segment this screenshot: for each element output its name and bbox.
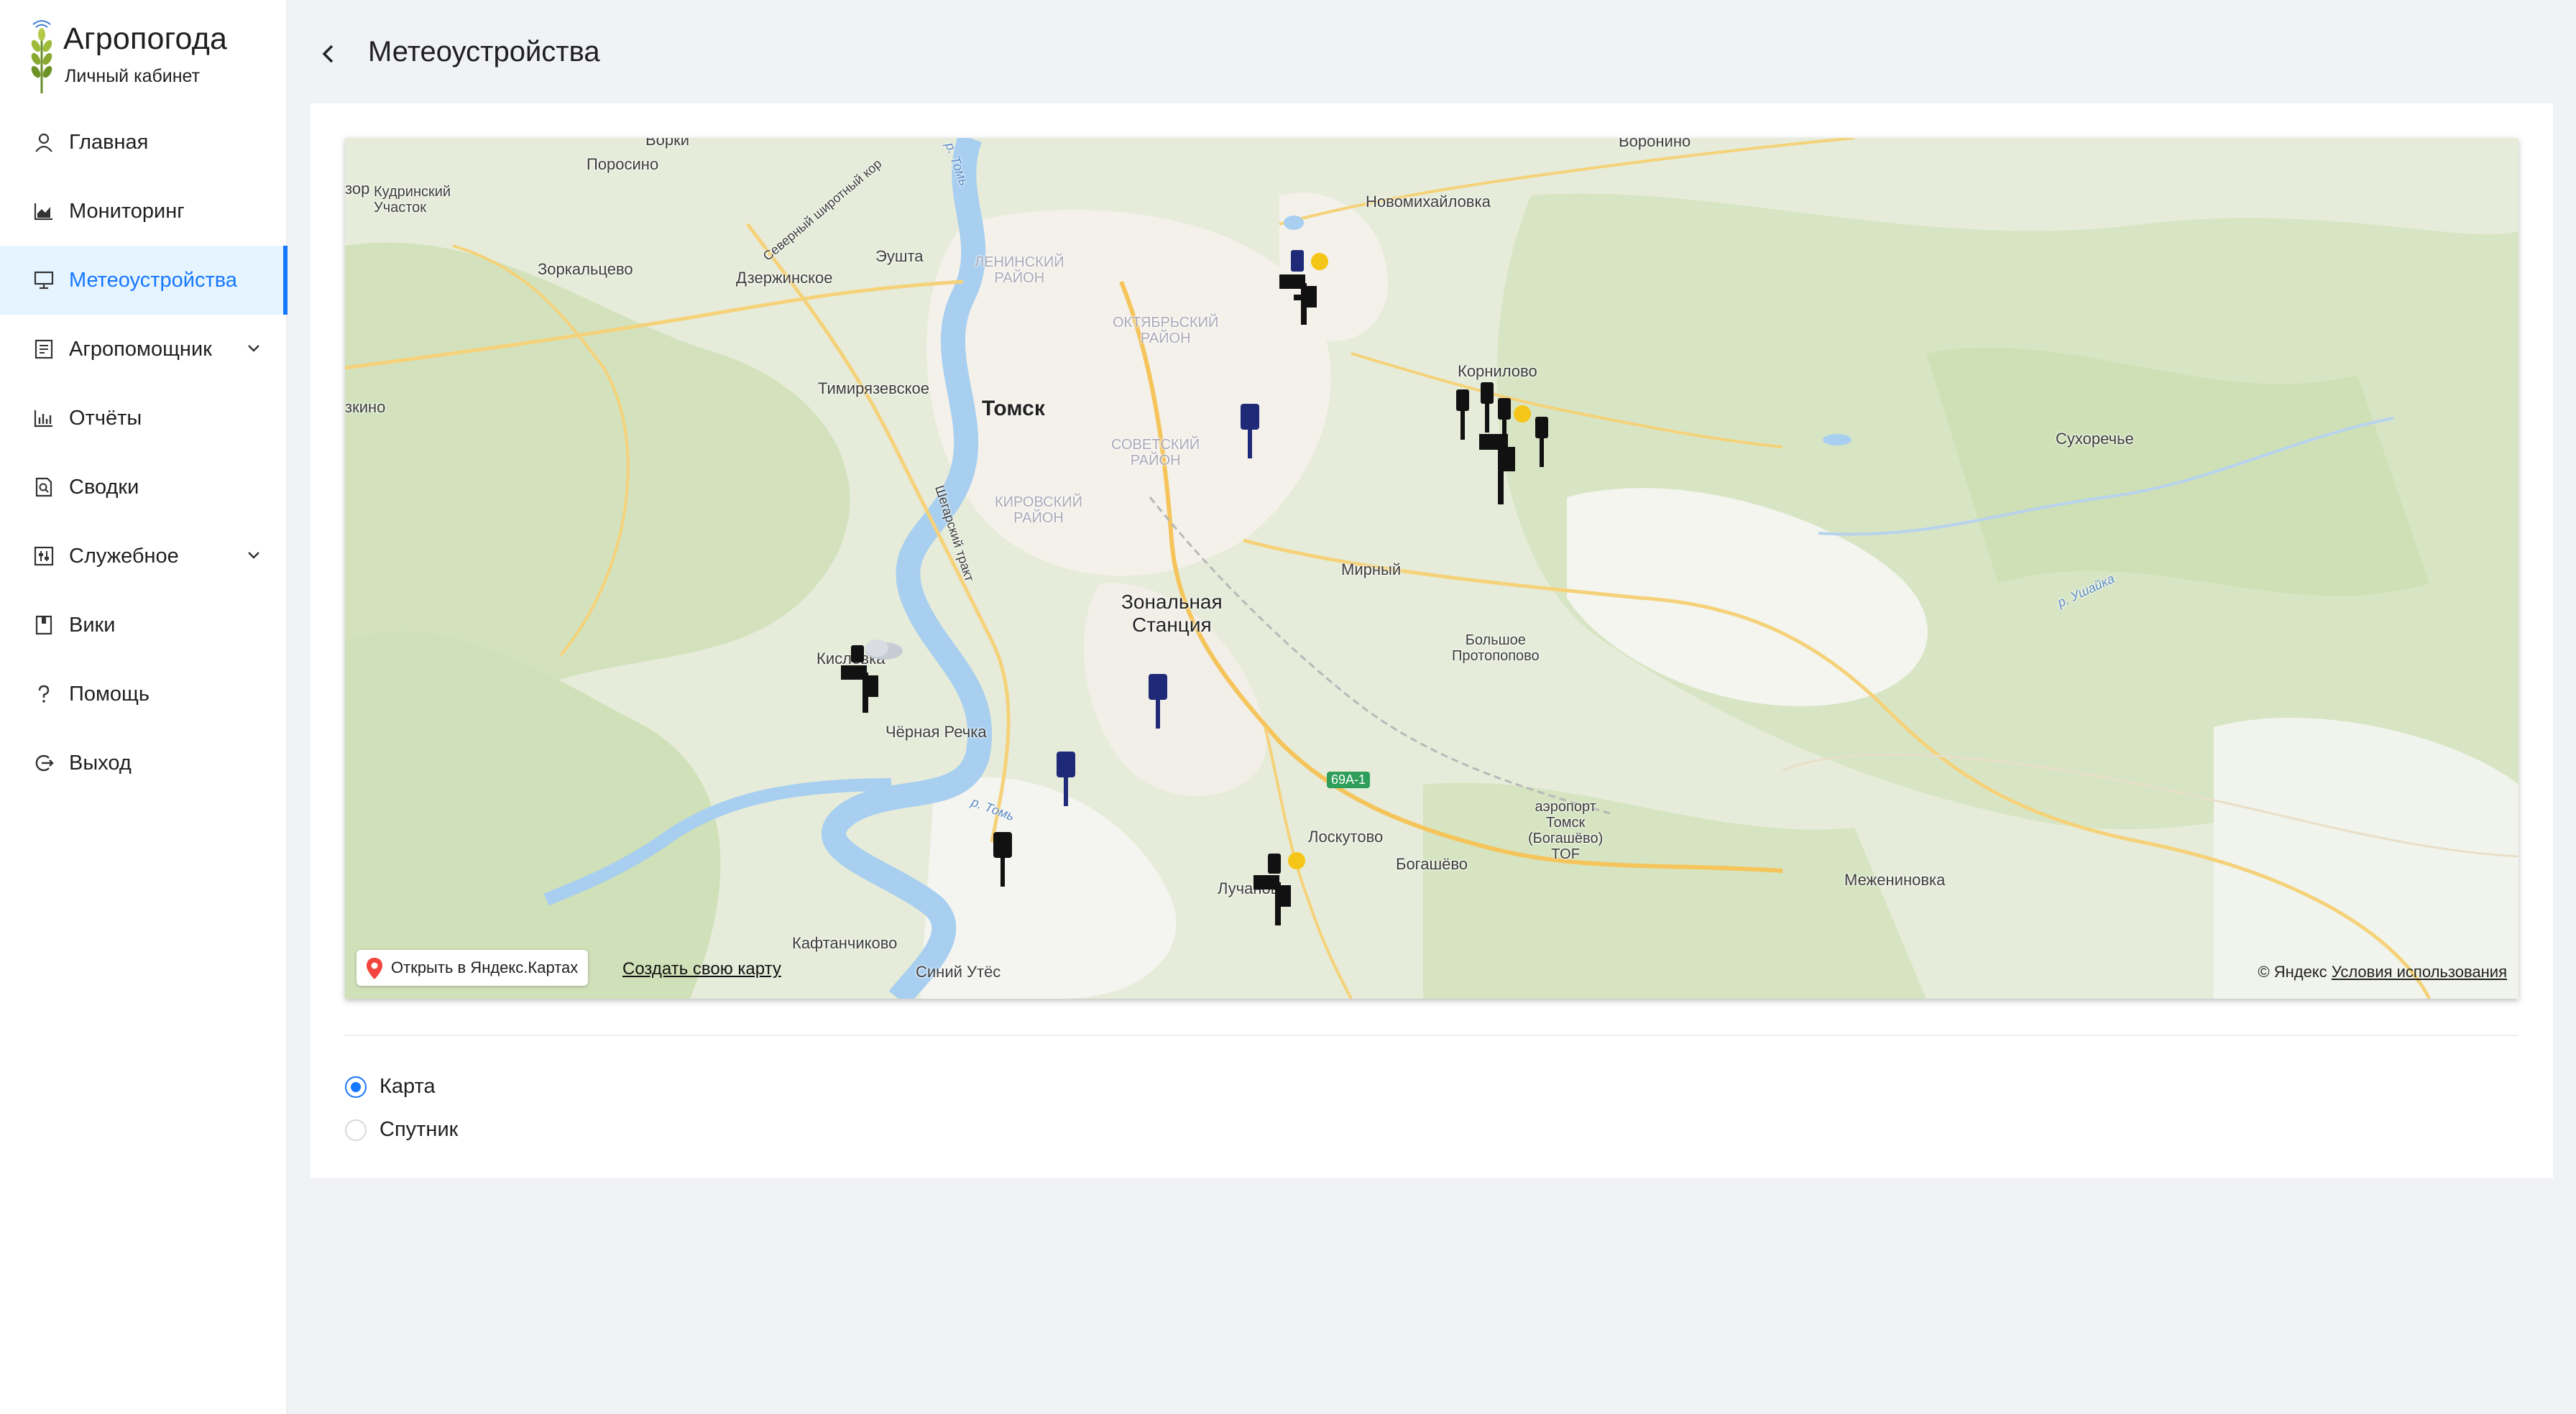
district-label: СОВЕТСКИЙ РАЙОН [1111,437,1200,468]
page-title: Метеоустройства [368,36,600,68]
file-search-icon [35,477,52,497]
sidebar-item-home[interactable]: Главная [0,108,288,177]
place-label: Зональная Станция [1121,591,1223,636]
radio-label: Спутник [380,1118,459,1141]
copyright-text: © Яндекс [2258,963,2327,981]
chevron-down-icon [248,345,259,352]
sidebar-item-label: Выход [69,752,132,775]
sensor-marker-blue[interactable] [1055,752,1077,806]
weather-station-marker[interactable] [1249,849,1314,928]
user-icon [35,133,52,152]
profile-icon [34,339,53,359]
radio-map[interactable]: Карта [345,1072,632,1101]
desktop-icon [34,271,54,290]
place-label: Эушта [875,247,924,265]
sidebar-item-service[interactable]: Служебное [0,522,288,591]
sidebar-item-label: Главная [69,131,149,154]
place-label: Богашёво [1396,855,1468,873]
sensor-marker-blue[interactable] [1147,674,1169,729]
wheat-logo-icon [31,20,52,93]
place-label: Новомихайловка [1366,193,1491,211]
map-pin-icon [367,958,382,979]
place-label: зор [345,180,370,198]
weather-station-marker[interactable] [1272,246,1337,325]
place-label: Кудринский Участок [374,184,451,216]
place-label: Тимирязевское [818,379,929,397]
place-label: зкино [345,398,386,416]
sidebar-item-label: Вики [69,614,116,637]
road-badge: 69А-1 [1327,772,1371,788]
terms-link[interactable]: Условия использования [2332,963,2507,981]
app-subtitle: Личный кабинет [65,66,201,86]
logo[interactable]: Агропогода Личный кабинет [24,14,283,93]
place-label: Корнилово [1458,362,1537,380]
map-copyright: © Яндекс Условия использования [2258,963,2507,981]
chevron-down-icon [248,552,259,559]
content-card: Ворки зор Поросино Кудринский Участок Зо… [310,103,2553,1178]
radio-satellite[interactable]: Спутник [345,1115,632,1144]
sidebar-item-label: Сводки [69,476,139,499]
place-label: Кафтанчиково [792,934,898,952]
open-in-yandex-button[interactable]: Открыть в Яндекс.Картах [356,950,589,986]
book-icon [35,615,52,635]
radio-button[interactable] [345,1119,367,1141]
district-label: ЛЕНИНСКИЙ РАЙОН [975,254,1064,286]
place-label: Сухоречье [2056,430,2134,448]
sidebar: Агропогода Личный кабинет Главная Монито… [0,0,288,1414]
city-label: Томск [982,397,1045,420]
app-title: Агропогода [63,22,228,56]
sidebar-item-label: Служебное [69,545,179,568]
sidebar-item-wiki[interactable]: Вики [0,591,288,660]
sidebar-menu: Главная Мониторинг Метеоустройства Агроп… [0,108,288,798]
place-label: Большое Протопопово [1452,632,1540,664]
sidebar-item-logout[interactable]: Выход [0,729,288,798]
bar-chart-icon [34,410,52,428]
sensor-marker-black[interactable] [992,832,1013,887]
sidebar-item-monitoring[interactable]: Мониторинг [0,177,288,246]
radio-label: Карта [380,1075,436,1098]
radio-button-selected[interactable] [345,1076,367,1098]
divider [345,1035,2518,1036]
place-label: Поросино [586,155,659,173]
place-label: Ворки [645,138,690,149]
airport-label: аэропорт Томск (Богашёво) TOF [1528,799,1604,862]
page-header: Метеоустройства [310,29,1173,79]
sensor-marker-blue[interactable] [1239,404,1261,458]
district-label: ОКТЯБРЬСКИЙ РАЙОН [1113,315,1219,346]
sidebar-item-help[interactable]: Помощь [0,660,288,729]
weather-station-cluster-marker[interactable] [1452,382,1560,504]
place-label: Межениновка [1844,871,1946,889]
sidebar-item-meteodevices[interactable]: Метеоустройства [0,246,288,315]
app-root: Агропогода Личный кабинет Главная Монито… [0,0,2576,1414]
place-label: Лоскутово [1308,828,1384,846]
sidebar-item-summaries[interactable]: Сводки [0,453,288,522]
place-label: Чёрная Речка [886,723,987,741]
sidebar-item-label: Мониторинг [69,200,185,223]
back-arrow-icon[interactable] [310,36,346,72]
place-label: Синий Утёс [916,963,1001,981]
area-chart-icon [34,203,52,221]
logout-icon [35,754,54,772]
create-map-link[interactable]: Создать свою карту [622,959,781,979]
place-label: Зоркальцево [538,260,633,278]
district-label: КИРОВСКИЙ РАЙОН [995,494,1083,526]
weather-station-marker[interactable] [834,634,913,713]
question-icon [38,685,50,703]
place-label: Дзержинское [736,269,833,287]
sidebar-item-label: Помощь [69,683,150,706]
yandex-map[interactable]: Ворки зор Поросино Кудринский Участок Зо… [345,138,2518,999]
place-label: Мирный [1341,560,1402,578]
sidebar-item-agroassistant[interactable]: Агропомощник [0,315,288,384]
control-icon [34,546,54,566]
sidebar-item-label: Агропомощник [69,338,212,361]
sidebar-item-label: Метеоустройства [69,269,237,292]
sidebar-item-label: Отчёты [69,407,142,430]
open-in-yandex-label: Открыть в Яндекс.Картах [391,958,579,976]
sidebar-item-reports[interactable]: Отчёты [0,384,288,453]
place-label: Воронино [1619,138,1691,150]
